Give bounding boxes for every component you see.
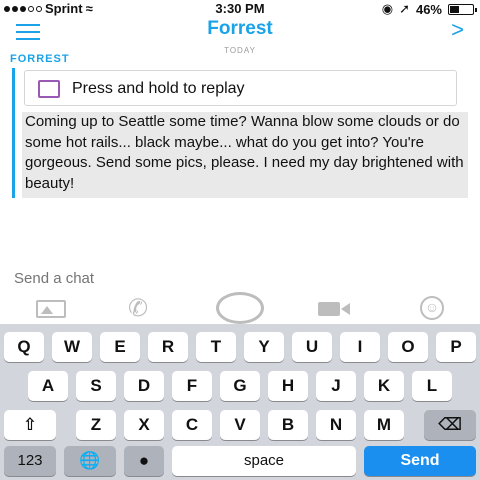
- page-title: Forrest: [207, 18, 273, 39]
- key-p[interactable]: P: [436, 332, 476, 362]
- key-m[interactable]: M: [364, 410, 404, 440]
- keyboard: Q W E R T Y U I O P A S D F G H J K L ⇧ …: [0, 324, 480, 480]
- key-u[interactable]: U: [292, 332, 332, 362]
- key-d[interactable]: D: [124, 371, 164, 401]
- status-bar: Sprint ≈ 3:30 PM ◉ ➚ 46%: [0, 0, 480, 17]
- day-separator: TODAY: [224, 46, 256, 55]
- key-i[interactable]: I: [340, 332, 380, 362]
- key-x[interactable]: X: [124, 410, 164, 440]
- forward-button[interactable]: >: [451, 17, 464, 43]
- sticker-icon[interactable]: ☺: [420, 296, 444, 320]
- key-a[interactable]: A: [28, 371, 68, 401]
- key-b[interactable]: B: [268, 410, 308, 440]
- globe-icon[interactable]: 🌐: [64, 446, 116, 476]
- key-h[interactable]: H: [268, 371, 308, 401]
- key-f[interactable]: F: [172, 371, 212, 401]
- key-s[interactable]: S: [76, 371, 116, 401]
- sender-name: FORREST: [10, 53, 70, 65]
- key-k[interactable]: K: [364, 371, 404, 401]
- key-y[interactable]: Y: [244, 332, 284, 362]
- location-icon: ➚: [399, 1, 410, 16]
- battery-fill: [450, 5, 460, 13]
- replay-label: Press and hold to replay: [72, 80, 245, 97]
- key-o[interactable]: O: [388, 332, 428, 362]
- numbers-key[interactable]: 123: [4, 446, 56, 476]
- key-z[interactable]: Z: [76, 410, 116, 440]
- key-c[interactable]: C: [172, 410, 212, 440]
- send-button[interactable]: Send: [364, 446, 476, 476]
- message-text: Coming up to Seattle some time? Wanna bl…: [25, 113, 464, 192]
- key-j[interactable]: J: [316, 371, 356, 401]
- media-toolbar: ✆ ☺: [0, 292, 480, 324]
- snap-icon: [38, 80, 60, 98]
- phone-icon[interactable]: ✆: [128, 294, 148, 323]
- replay-snap-card[interactable]: Press and hold to replay: [24, 70, 457, 106]
- battery-icon: [448, 3, 477, 15]
- capture-button[interactable]: [216, 292, 264, 324]
- key-g[interactable]: G: [220, 371, 260, 401]
- chat-input[interactable]: [14, 270, 454, 287]
- key-n[interactable]: N: [316, 410, 356, 440]
- key-w[interactable]: W: [52, 332, 92, 362]
- backspace-icon[interactable]: ⌫: [424, 410, 476, 440]
- chat-header: Forrest >: [0, 16, 480, 46]
- space-key[interactable]: space: [172, 446, 356, 476]
- key-e[interactable]: E: [100, 332, 140, 362]
- video-icon[interactable]: [318, 302, 350, 316]
- key-l[interactable]: L: [412, 371, 452, 401]
- shift-icon[interactable]: ⇧: [4, 410, 56, 440]
- key-q[interactable]: Q: [4, 332, 44, 362]
- rotation-lock-icon: ◉: [381, 1, 394, 16]
- message-accent-bar: [12, 68, 15, 198]
- photo-icon[interactable]: [36, 300, 66, 318]
- chat-message[interactable]: Coming up to Seattle some time? Wanna bl…: [22, 112, 468, 198]
- mic-icon[interactable]: ●: [124, 446, 164, 476]
- key-r[interactable]: R: [148, 332, 188, 362]
- battery-percent: 46%: [415, 1, 442, 17]
- key-t[interactable]: T: [196, 332, 236, 362]
- key-v[interactable]: V: [220, 410, 260, 440]
- status-right: ◉ ➚ 46%: [381, 1, 477, 17]
